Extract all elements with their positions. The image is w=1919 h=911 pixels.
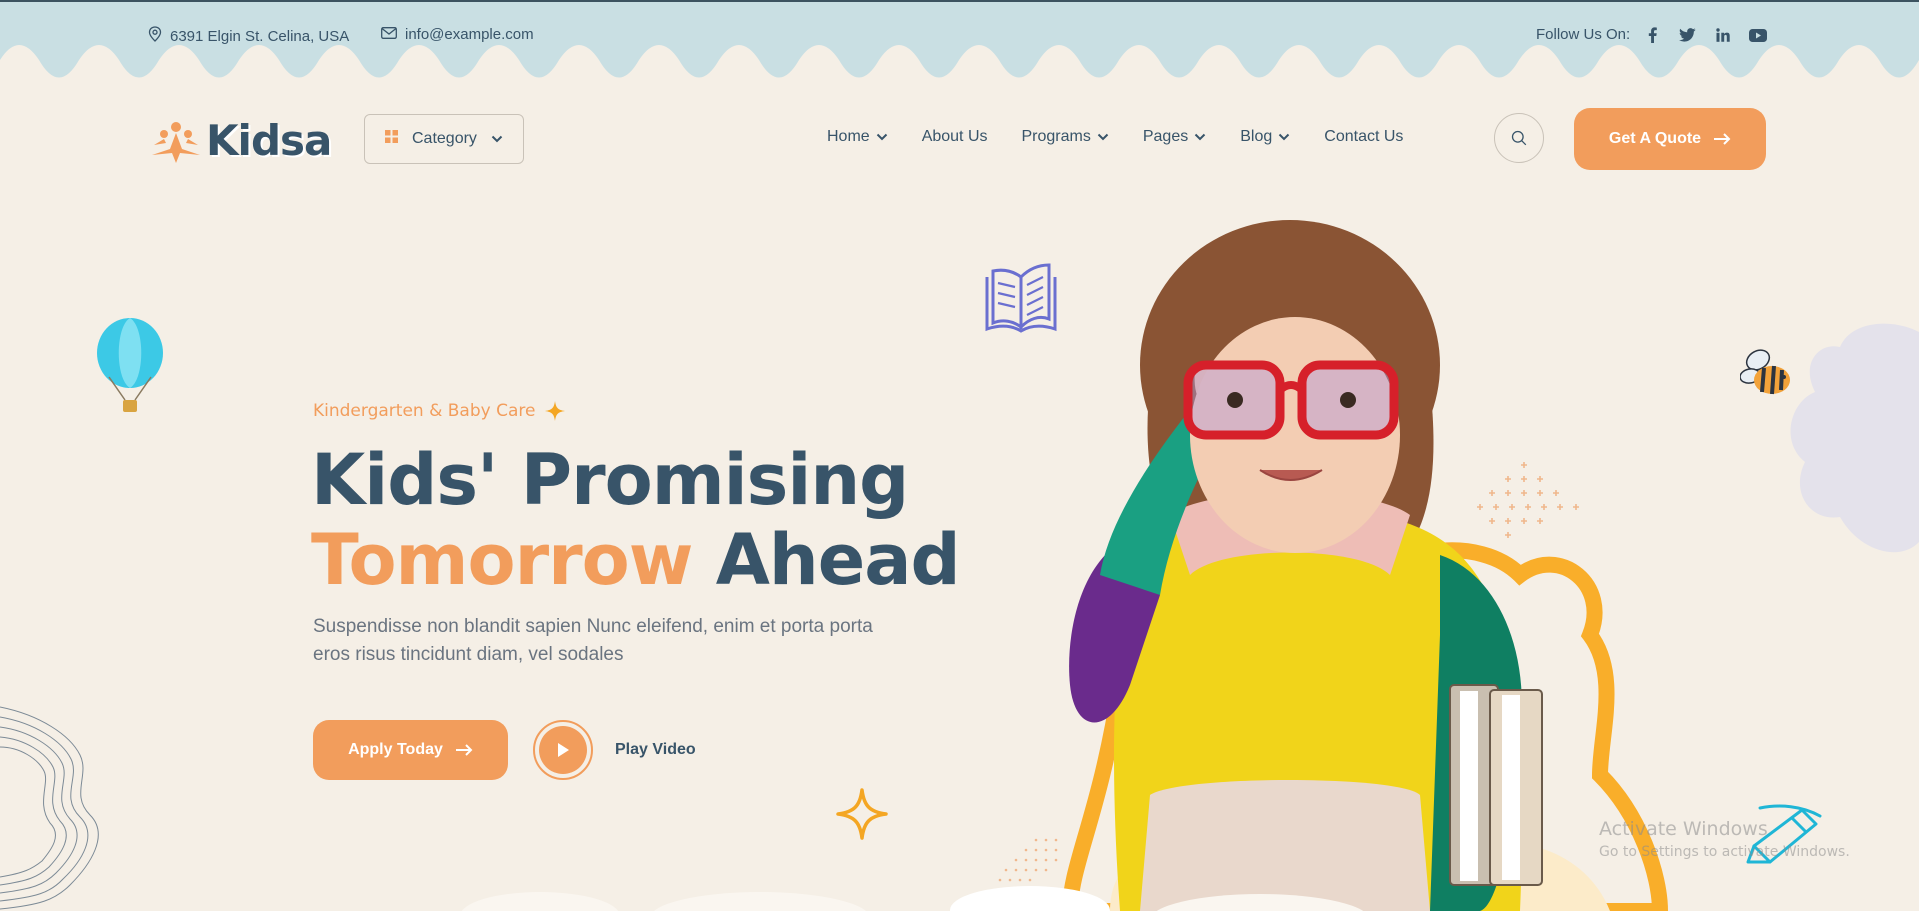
- main-nav: Home About Us Programs Pages Blog Contac…: [827, 128, 1437, 146]
- windows-activation-watermark: Activate Windows Go to Settings to activ…: [1599, 818, 1850, 860]
- eyebrow-text: Kindergarten & Baby Care: [313, 401, 536, 421]
- chevron-down-icon: [1195, 133, 1206, 141]
- nav-item-pages[interactable]: Pages: [1143, 128, 1206, 146]
- hero-headline: Kids' Promising Tomorrow Ahead: [311, 439, 961, 601]
- address-text: 6391 Elgin St. Celina, USA: [170, 27, 350, 45]
- nav-item-about-us[interactable]: About Us: [922, 128, 988, 146]
- category-dropdown[interactable]: Category: [364, 114, 524, 164]
- watermark-title: Activate Windows: [1599, 818, 1768, 840]
- get-a-quote-button[interactable]: Get A Quote: [1574, 108, 1766, 170]
- hero-girl-image: [1061, 220, 1669, 911]
- chevron-down-icon: [491, 130, 503, 148]
- chevron-down-icon: [1279, 133, 1290, 141]
- nav-item-blog[interactable]: Blog: [1240, 128, 1290, 146]
- nav-item-contact-us[interactable]: Contact Us: [1324, 128, 1403, 146]
- squiggle-lines: [0, 706, 99, 910]
- nav-item-programs[interactable]: Programs: [1022, 128, 1109, 146]
- nav-item-label: Home: [827, 128, 870, 145]
- play-video-button[interactable]: Play Video: [533, 720, 696, 780]
- location-pin-icon: [148, 26, 162, 46]
- sparkle-star-icon: [836, 788, 888, 840]
- address: 6391 Elgin St. Celina, USA: [148, 26, 349, 46]
- nav-item-label: Pages: [1142, 128, 1189, 145]
- logo-text: Kidsa: [206, 116, 332, 165]
- youtube-icon[interactable]: [1740, 24, 1775, 46]
- follow-label: Follow Us On:: [1536, 26, 1631, 43]
- grid-icon: [385, 130, 398, 148]
- top-bar: 6391 Elgin St. Celina, USA info@example.…: [0, 0, 1919, 95]
- headline-rest: Ahead: [692, 519, 961, 601]
- social-links: [1635, 24, 1775, 46]
- category-label: Category: [412, 130, 477, 147]
- quote-label: Get A Quote: [1608, 130, 1702, 147]
- headline-accent: Tomorrow: [311, 519, 693, 601]
- linkedin-icon[interactable]: [1705, 24, 1740, 46]
- hot-air-balloon-icon: [97, 318, 163, 412]
- twitter-icon[interactable]: [1670, 24, 1705, 46]
- search-button[interactable]: [1494, 113, 1544, 163]
- nav-item-label: Programs: [1021, 128, 1091, 145]
- nav-item-home[interactable]: Home: [827, 128, 888, 146]
- apply-today-button[interactable]: Apply Today: [313, 720, 508, 780]
- bottom-clouds: [461, 886, 1364, 911]
- cloud-blob: [1790, 323, 1919, 553]
- search-icon: [1511, 130, 1527, 146]
- nav-item-label: Blog: [1240, 128, 1273, 145]
- envelope-icon: [381, 26, 397, 43]
- play-circle[interactable]: [533, 720, 593, 780]
- apply-label: Apply Today: [348, 741, 443, 758]
- play-video-label[interactable]: Play Video: [615, 741, 696, 759]
- email-link[interactable]: info@example.com: [405, 26, 534, 43]
- arrow-right-icon: [455, 744, 473, 756]
- watermark-subtitle: Go to Settings to activate Windows.: [1599, 844, 1850, 860]
- logo-mark-icon: [152, 121, 200, 163]
- hero-eyebrow: Kindergarten & Baby Care: [313, 401, 566, 421]
- email[interactable]: info@example.com: [381, 26, 534, 43]
- site-logo[interactable]: Kidsa: [150, 116, 332, 165]
- facebook-icon[interactable]: [1635, 24, 1670, 46]
- top-bar-wave: [0, 0, 1919, 78]
- headline-line1: Kids' Promising: [311, 439, 909, 521]
- nav-item-label: Contact Us: [1324, 128, 1404, 145]
- chevron-down-icon: [876, 133, 887, 141]
- star-icon: [545, 401, 566, 421]
- nav-item-label: About Us: [921, 128, 988, 145]
- play-icon: [539, 726, 587, 774]
- arrow-right-icon: [1714, 133, 1731, 145]
- hero-description: Suspendisse non blandit sapien Nunc elei…: [313, 616, 873, 665]
- chevron-down-icon: [1097, 133, 1109, 141]
